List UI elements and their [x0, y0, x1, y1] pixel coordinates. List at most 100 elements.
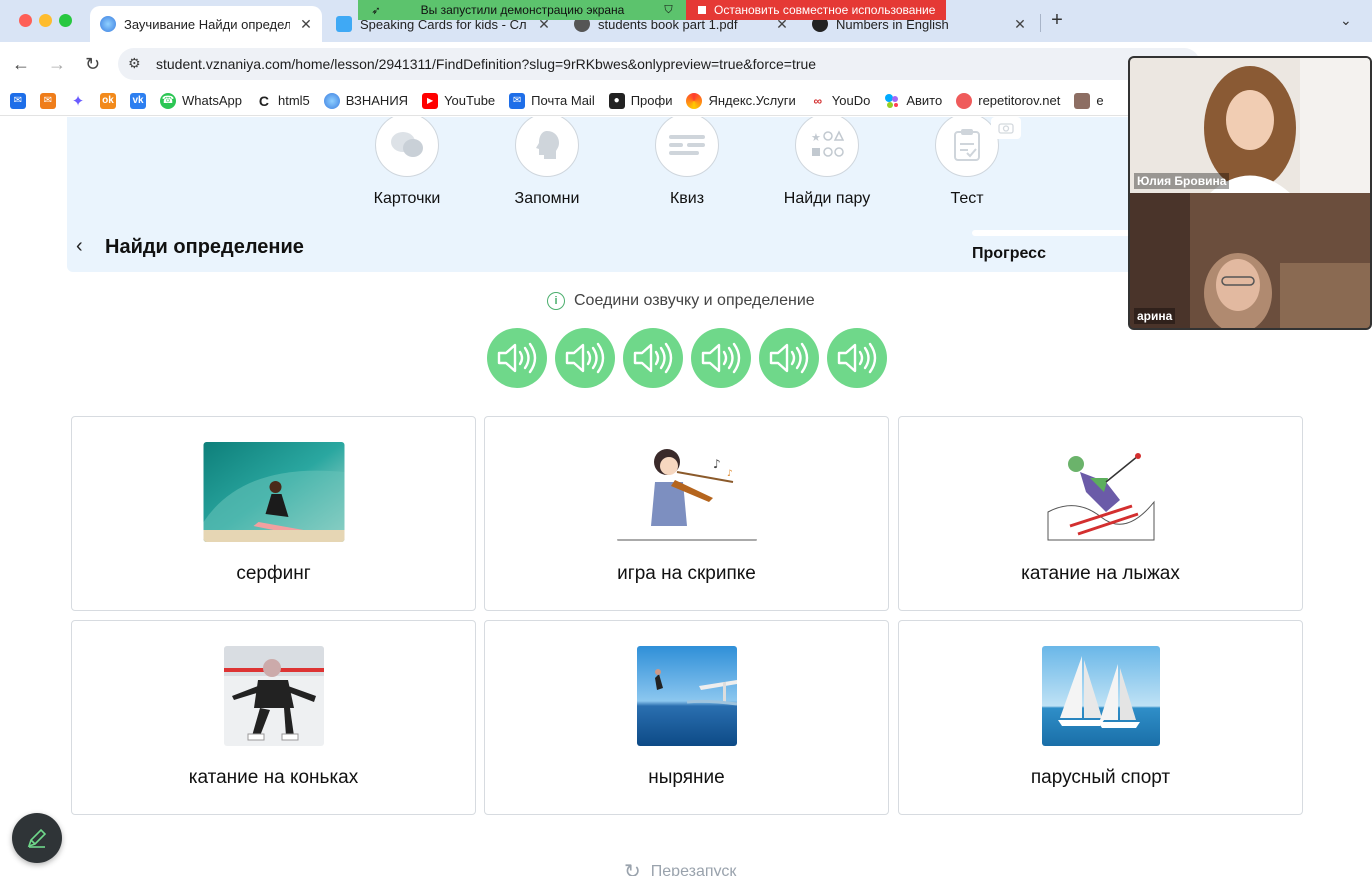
- speaker-icon: [701, 342, 741, 374]
- clipboard-check-icon: [935, 117, 999, 177]
- close-tab-icon[interactable]: ✕: [298, 16, 314, 33]
- vznaniya-favicon-icon: [100, 16, 116, 32]
- audio-play-button[interactable]: [623, 328, 683, 388]
- skiing-image: [1045, 442, 1156, 542]
- bookmark-e[interactable]: e: [1074, 92, 1104, 109]
- youdo-icon: ∞: [813, 93, 823, 108]
- stop-square-icon: [698, 6, 706, 14]
- list-lines-icon: [655, 117, 719, 177]
- restart-button[interactable]: ↻ Перезапуск: [624, 859, 736, 876]
- bookmark-spark[interactable]: ✦: [70, 92, 86, 110]
- speaker-icon: [837, 342, 877, 374]
- bookmark-whatsapp[interactable]: ☎ WhatsApp: [160, 92, 242, 109]
- tab-divider: [1040, 14, 1041, 32]
- envelope-icon: ✉: [40, 92, 56, 109]
- progress-label: Прогресс: [972, 245, 1046, 262]
- sailing-image: [1041, 646, 1160, 746]
- odnoklassniki-icon: ok: [100, 92, 116, 109]
- back-chevron-icon[interactable]: ‹: [76, 235, 83, 258]
- audio-play-button[interactable]: [555, 328, 615, 388]
- youtube-icon: ▶: [422, 92, 439, 109]
- mode-remember[interactable]: Запомни: [487, 117, 607, 208]
- diving-image: [636, 646, 737, 746]
- tab-search-chevron-icon[interactable]: ⌄: [1340, 12, 1352, 29]
- speaker-icon: [633, 342, 673, 374]
- chat-bubbles-icon: [375, 117, 439, 177]
- tab-active[interactable]: Заучивание Найди определе ✕: [90, 6, 322, 42]
- maximize-window-button[interactable]: [59, 14, 72, 27]
- yandex-services-icon: [686, 92, 703, 109]
- bookmark-mail[interactable]: ✉: [10, 92, 26, 109]
- audio-play-button[interactable]: [827, 328, 887, 388]
- surfing-image: [203, 442, 344, 542]
- bookmark-avito[interactable]: Авито: [884, 93, 942, 109]
- close-tab-icon[interactable]: ✕: [1012, 16, 1028, 33]
- svg-text:★: ★: [811, 131, 821, 144]
- answer-card-skiing[interactable]: катание на лыжах: [898, 416, 1303, 611]
- refresh-icon: ↻: [624, 861, 641, 876]
- bookmark-html5[interactable]: Chtml5: [256, 93, 310, 109]
- bookmark-repetitorov[interactable]: repetitorov.net: [956, 92, 1060, 109]
- page-title: Найди определение: [105, 236, 304, 258]
- svg-text:♪: ♪: [713, 457, 721, 471]
- speaker-icon: [769, 342, 809, 374]
- leaf-icon: ➶: [371, 4, 381, 17]
- close-window-button[interactable]: [19, 14, 32, 27]
- grid-favicon-icon: [336, 16, 352, 32]
- audio-play-button[interactable]: [759, 328, 819, 388]
- url-field[interactable]: ⚙ student.vznaniya.com/home/lesson/29413…: [118, 48, 1200, 80]
- photo-icon: [1074, 92, 1091, 109]
- speaker-icon: [565, 342, 605, 374]
- stop-sharing-button[interactable]: Остановить совместное использование: [686, 0, 946, 20]
- video-tile-student: арина: [1130, 193, 1370, 328]
- site-settings-icon[interactable]: ⚙: [128, 55, 141, 72]
- answer-card-surfing[interactable]: серфинг: [71, 416, 476, 611]
- mail-ru-icon: ✉: [509, 92, 526, 109]
- bookmark-yandex[interactable]: Яндекс.Услуги: [686, 92, 796, 109]
- minimize-window-button[interactable]: [39, 14, 52, 27]
- head-brain-icon: [515, 117, 579, 177]
- bookmark-vznaniya[interactable]: ВЗНАНИЯ: [323, 92, 408, 109]
- speaker-icon: [497, 342, 537, 374]
- vk-icon: vk: [130, 92, 146, 109]
- video-tile-teacher: Юлия Бровина: [1130, 58, 1370, 193]
- bookmark-ok[interactable]: ok: [100, 92, 116, 109]
- bookmark-profi[interactable]: ● Профи: [608, 92, 672, 109]
- forward-arrow-icon[interactable]: →: [48, 54, 66, 75]
- bookmark-youdo[interactable]: ∞ YouDo: [810, 93, 871, 109]
- camera-icon[interactable]: [991, 117, 1021, 139]
- bookmark-envelope[interactable]: ✉: [40, 92, 56, 109]
- pencil-icon: [27, 828, 47, 848]
- bookmark-youtube[interactable]: ▶ YouTube: [422, 92, 495, 109]
- violin-image: ♪ ♪: [616, 442, 757, 542]
- audio-buttons: [487, 328, 887, 388]
- audio-play-button[interactable]: [487, 328, 547, 388]
- audio-play-button[interactable]: [691, 328, 751, 388]
- whatsapp-icon: ☎: [160, 92, 176, 109]
- avito-icon: [884, 93, 900, 109]
- mode-cards[interactable]: Карточки: [347, 117, 467, 208]
- answer-card-diving[interactable]: ныряние: [484, 620, 889, 815]
- mode-quiz[interactable]: Квиз: [627, 117, 747, 208]
- bookmark-vk[interactable]: vk: [130, 92, 146, 109]
- info-icon: i: [547, 292, 565, 310]
- tab-bar: Заучивание Найди определе ✕ Speaking Car…: [0, 0, 1372, 42]
- answer-card-sailing[interactable]: парусный спорт: [898, 620, 1303, 815]
- person-icon: ●: [608, 92, 625, 109]
- back-arrow-icon[interactable]: ←: [12, 54, 30, 75]
- edit-pencil-button[interactable]: [12, 813, 62, 863]
- reload-icon[interactable]: ↻: [85, 54, 100, 75]
- answer-card-violin[interactable]: ♪ ♪ игра на скрипке: [484, 416, 889, 611]
- mail-icon: ✉: [10, 92, 26, 109]
- new-tab-button[interactable]: +: [1046, 9, 1068, 32]
- shield-check-icon: ⛉: [664, 3, 673, 16]
- video-call-overlay[interactable]: Юлия Бровина арина: [1128, 56, 1372, 330]
- answer-card-skating[interactable]: катание на коньках: [71, 620, 476, 815]
- svg-text:♪: ♪: [727, 469, 733, 479]
- skating-image: [223, 646, 324, 746]
- shapes-icon: ★: [795, 117, 859, 177]
- vznaniya-icon: [323, 92, 340, 109]
- bookmark-mail-ru[interactable]: ✉ Почта Mail: [509, 92, 595, 109]
- sparkle-icon: ✦: [71, 92, 85, 110]
- mode-find-pair[interactable]: ★ Найди пару: [767, 117, 887, 208]
